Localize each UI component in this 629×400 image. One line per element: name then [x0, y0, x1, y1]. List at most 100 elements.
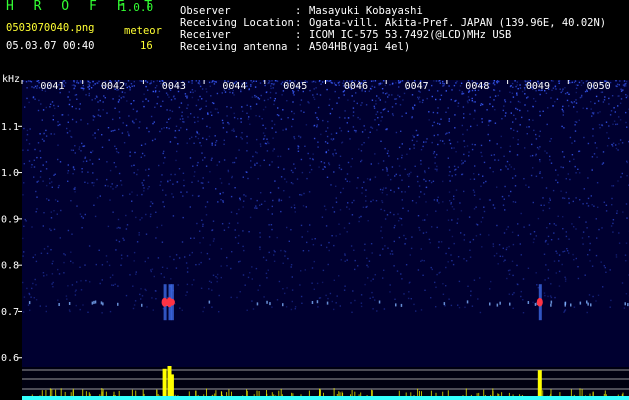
noise-speck — [609, 306, 611, 308]
noise-speck — [496, 252, 498, 255]
noise-speck — [457, 166, 459, 168]
noise-speck — [222, 200, 224, 202]
noise-speck — [191, 96, 194, 99]
noise-speck — [552, 105, 554, 107]
noise-speck — [112, 284, 115, 286]
noise-speck — [277, 107, 279, 109]
noise-speck — [380, 140, 382, 142]
noise-speck — [382, 169, 384, 171]
noise-speck — [53, 228, 56, 231]
noise-speck — [152, 309, 154, 311]
noise-speck — [339, 127, 341, 129]
noise-speck — [69, 99, 71, 101]
noise-speck — [590, 195, 592, 197]
noise-speck — [155, 211, 157, 213]
noise-speck — [75, 107, 77, 110]
noise-speck — [285, 306, 288, 308]
noise-speck — [73, 168, 76, 171]
noise-speck — [101, 264, 104, 266]
noise-speck — [272, 87, 274, 89]
noise-speck — [84, 156, 87, 158]
noise-speck — [625, 85, 627, 87]
noise-speck — [333, 82, 336, 84]
noise-speck — [370, 200, 372, 203]
noise-speck — [26, 139, 28, 141]
noise-speck — [460, 210, 463, 212]
noise-speck — [399, 104, 402, 106]
noise-speck — [544, 279, 546, 281]
noise-speck — [87, 80, 89, 82]
noise-speck — [117, 218, 120, 221]
noise-speck — [254, 164, 256, 166]
noise-speck — [36, 208, 38, 210]
noise-speck — [562, 166, 564, 169]
time-tick-label: 0050 — [587, 81, 611, 92]
noise-speck — [285, 128, 287, 131]
noise-speck — [268, 164, 271, 166]
noise-speck — [415, 129, 418, 132]
noise-speck — [50, 217, 53, 219]
noise-speck — [262, 132, 265, 134]
noise-speck — [327, 127, 329, 129]
noise-speck — [226, 131, 228, 133]
noise-speck — [150, 201, 152, 203]
noise-speck — [468, 155, 470, 157]
noise-speck — [290, 206, 293, 209]
noise-speck — [500, 146, 502, 149]
noise-speck — [380, 208, 382, 211]
noise-speck — [598, 124, 601, 126]
noise-speck — [397, 158, 399, 160]
noise-speck — [375, 113, 377, 116]
noise-speck — [290, 229, 292, 231]
noise-speck — [101, 146, 104, 148]
noise-speck — [386, 214, 389, 216]
noise-speck — [140, 144, 143, 146]
noise-speck — [338, 223, 340, 225]
noise-speck — [170, 278, 172, 280]
noise-speck — [78, 146, 81, 148]
noise-speck — [313, 260, 315, 263]
echo-band-speck — [58, 303, 60, 306]
noise-speck — [473, 173, 475, 175]
noise-speck — [169, 109, 171, 112]
noise-speck — [227, 121, 229, 124]
noise-speck — [626, 175, 628, 177]
noise-speck — [353, 249, 355, 251]
noise-speck — [371, 252, 373, 254]
noise-speck — [488, 234, 490, 236]
noise-speck — [112, 130, 114, 132]
noise-speck — [238, 234, 240, 237]
noise-speck — [365, 195, 367, 197]
noise-speck — [435, 286, 437, 288]
noise-speck — [463, 146, 466, 148]
noise-speck — [375, 103, 377, 105]
noise-speck — [411, 117, 413, 119]
noise-speck — [161, 224, 163, 227]
noise-speck — [471, 148, 474, 151]
noise-speck — [249, 105, 252, 108]
noise-speck — [469, 249, 471, 251]
noise-speck — [172, 196, 174, 198]
noise-speck — [395, 82, 397, 84]
noise-speck — [199, 108, 201, 111]
noise-speck — [67, 172, 69, 174]
noise-speck — [450, 203, 452, 205]
noise-speck — [437, 90, 439, 92]
noise-speck — [564, 280, 567, 282]
noise-speck — [394, 175, 396, 177]
noise-speck — [249, 216, 252, 219]
noise-speck — [301, 171, 304, 174]
noise-speck — [351, 214, 354, 216]
noise-speck — [92, 150, 94, 152]
noise-speck — [618, 84, 620, 86]
noise-speck — [358, 220, 360, 223]
noise-speck — [350, 245, 353, 247]
noise-speck — [428, 238, 431, 241]
noise-speck — [448, 229, 451, 231]
noise-speck — [169, 255, 171, 258]
noise-speck — [489, 120, 492, 122]
noise-speck — [169, 117, 172, 119]
noise-speck — [258, 115, 261, 118]
noise-speck — [87, 171, 89, 173]
echo-band-speck — [400, 303, 403, 307]
